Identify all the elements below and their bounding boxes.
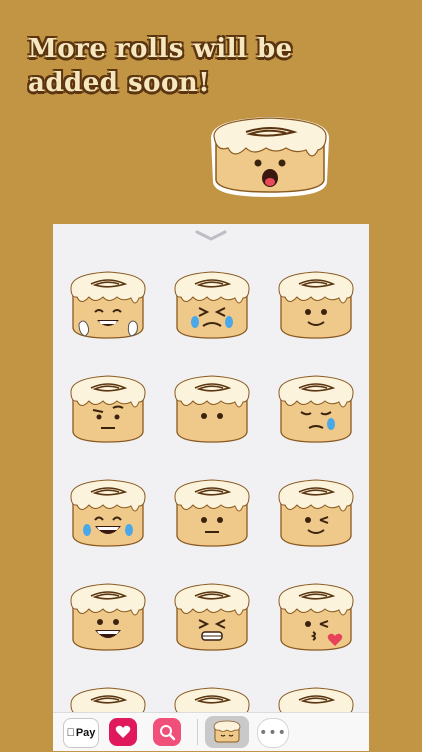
more-apps-button[interactable]: ••• [257,718,289,748]
app-screen: { "promo": { "headline": "More rolls wil… [0,0,422,751]
sticker-expressionless[interactable] [169,470,255,550]
sticker-kiss-heart[interactable] [273,574,359,654]
tray-divider [197,719,198,745]
cinnamon-roll-app-button[interactable] [205,716,249,748]
search-globe-icon [160,725,176,741]
hero-roll-sticker [210,116,330,198]
sticker-grimace[interactable] [169,574,255,654]
apple-pay-button[interactable]:  Pay [63,718,99,748]
cinnamon-roll-app-icon [213,720,241,743]
sticker-big-grin[interactable] [65,574,151,654]
collapse-chevron-icon[interactable] [193,228,229,242]
sticker-drawer [53,224,369,750]
heart-icon [115,725,131,738]
heart-stickers-app-button[interactable] [109,718,137,746]
ellipsis-icon: ••• [259,725,287,741]
sticker-sad-tear[interactable] [273,366,359,446]
apple-icon:  [67,727,75,739]
apple-pay-label: Pay [71,727,96,739]
sticker-crying-squint[interactable] [169,262,255,342]
image-search-app-button[interactable] [153,718,181,746]
imessage-app-tray:  Pay ••• [53,712,369,751]
promo-headline: More rolls will be added soon! [28,34,293,98]
sticker-laugh-tears[interactable] [65,470,151,550]
sticker-skeptical[interactable] [65,366,151,446]
sticker-smile[interactable] [273,262,359,342]
sticker-wink[interactable] [273,470,359,550]
sticker-neutral-dots[interactable] [169,366,255,446]
sticker-grinning-hands[interactable] [65,262,151,342]
